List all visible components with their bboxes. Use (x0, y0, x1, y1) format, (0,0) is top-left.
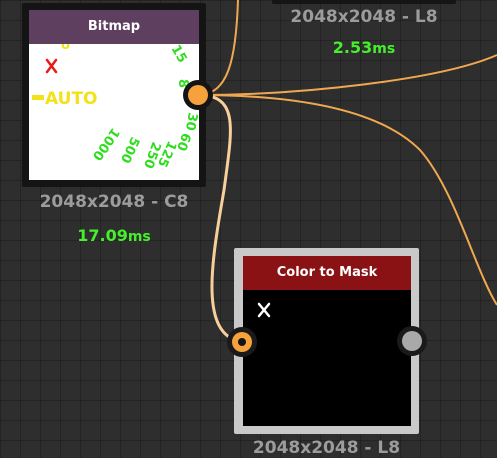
dial-label-1000: 1000 (89, 125, 122, 163)
auto-label: AUTO (45, 89, 98, 109)
bitmap-node-timing: 17.09ms (22, 226, 206, 245)
cross-red-icon (45, 58, 58, 74)
bitmap-node[interactable]: Bitmap o AUTO 8 15 30 60 125 250 500 100… (22, 3, 206, 187)
input-port-connected-dot (238, 338, 246, 346)
node-graph-canvas[interactable]: 2048x2048 - L8 2.53ms Bitmap o AUTO 8 15 (0, 0, 497, 458)
output-port-icon (402, 331, 422, 351)
top-node-timing: 2.53ms (272, 38, 456, 57)
color-to-mask-node-title: Color to Mask (243, 256, 411, 290)
dial-label-15: 15 (168, 44, 190, 66)
color-to-mask-output-port[interactable] (397, 326, 427, 356)
color-to-mask-input-port[interactable] (227, 327, 257, 357)
bitmap-output-port[interactable] (183, 80, 213, 110)
wire-to-offscreen-node[interactable] (197, 54, 497, 96)
bitmap-node-time-value: 17.09 (77, 226, 128, 245)
bitmap-node-resolution: 2048x2048 - C8 (39, 192, 189, 212)
color-to-mask-node[interactable]: Color to Mask (234, 248, 419, 434)
color-to-mask-thumbnail (243, 290, 411, 426)
bitmap-node-title: Bitmap (29, 10, 199, 44)
camera-dial-image: o AUTO 8 15 30 60 125 250 500 1000 (32, 44, 199, 170)
output-port-icon (188, 85, 208, 105)
auto-marker (32, 95, 44, 100)
bitmap-node-time-unit: ms (127, 229, 151, 245)
mask-preview-image (257, 302, 271, 318)
top-node-resolution: 2048x2048 - L8 (290, 7, 438, 27)
dial-label-30: 30 (182, 111, 199, 131)
dial-label-250: 250 (140, 140, 163, 171)
color-to-mask-resolution: 2048x2048 - L8 (252, 438, 401, 458)
top-node-body[interactable] (272, 0, 456, 4)
top-node-time-value: 2.53 (332, 38, 373, 57)
cross-white-icon (257, 302, 271, 318)
top-node-time-unit: ms (372, 41, 396, 57)
dial-top-mark: o (61, 44, 70, 53)
dial-label-500: 500 (117, 134, 142, 165)
bitmap-node-thumbnail: o AUTO 8 15 30 60 125 250 500 1000 (29, 44, 199, 180)
dial-labels: 8 15 30 60 125 250 500 1000 (89, 44, 199, 170)
